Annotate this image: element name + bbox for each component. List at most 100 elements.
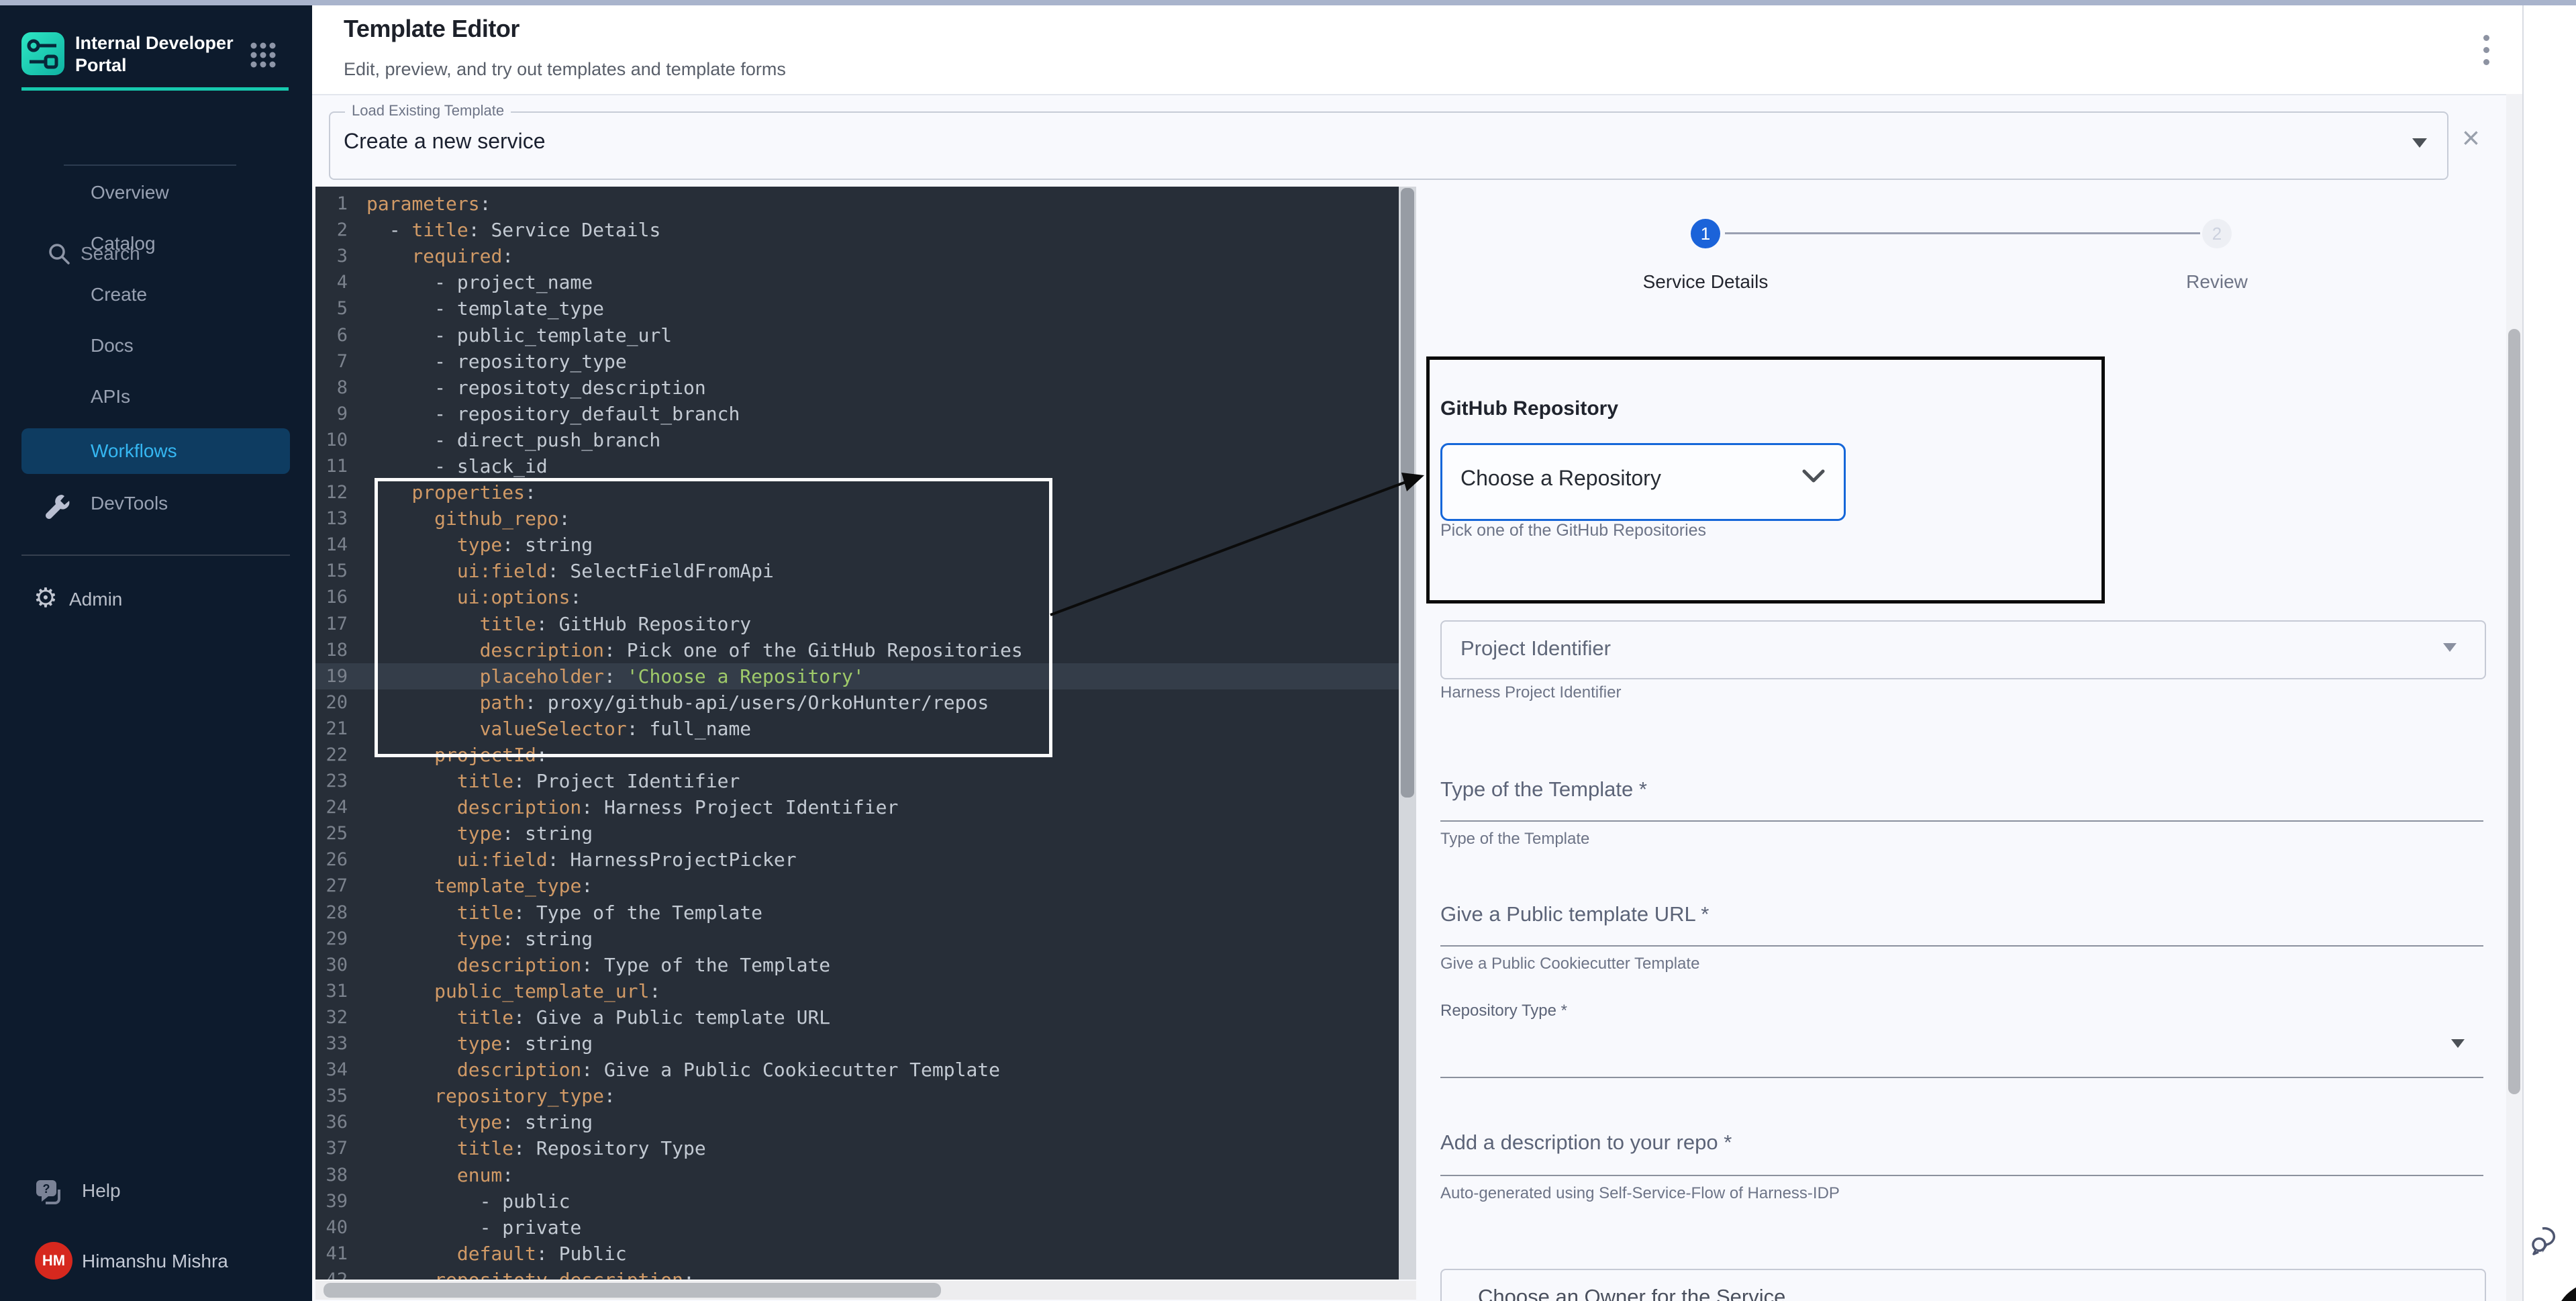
search-divider	[64, 164, 236, 166]
load-existing-template-value: Create a new service	[344, 129, 546, 154]
yaml-text	[366, 1085, 434, 1107]
code-line-34[interactable]: 34 description: Give a Public Cookiecutt…	[315, 1057, 1416, 1083]
sidebar-item-help[interactable]: ? Help	[0, 1172, 312, 1212]
service-owner-placeholder: Choose an Owner for the Service	[1478, 1285, 1785, 1301]
yaml-text	[366, 1243, 457, 1265]
code-line-1[interactable]: 1parameters:	[315, 191, 1416, 217]
sidebar-item-overview[interactable]: Overview	[0, 175, 312, 212]
line-number: 22	[315, 744, 348, 765]
app-grid-icon[interactable]	[250, 42, 277, 72]
load-template-close-icon[interactable]: ×	[2462, 119, 2480, 156]
code-line-6[interactable]: 6 - public_template_url	[315, 322, 1416, 348]
code-line-37[interactable]: 37 title: Repository Type	[315, 1135, 1416, 1161]
yaml-text	[366, 1164, 457, 1186]
sidebar-search[interactable]: Search	[0, 121, 312, 154]
yaml-key: type	[457, 1111, 502, 1133]
line-number: 16	[315, 587, 348, 608]
code-line-11[interactable]: 11 - slack_id	[315, 453, 1416, 479]
code-line-36[interactable]: 36 type: string	[315, 1109, 1416, 1135]
chat-feedback-icon[interactable]	[2529, 1220, 2567, 1261]
code-line-27[interactable]: 27 template_type:	[315, 873, 1416, 899]
sidebar-item-devtools[interactable]: DevTools	[0, 485, 312, 523]
yaml-key: title	[457, 770, 513, 792]
code-line-28[interactable]: 28 title: Type of the Template	[315, 900, 1416, 926]
yaml-key: type	[457, 1032, 502, 1055]
load-existing-template-select[interactable]	[329, 111, 2448, 180]
sidebar-item-workflows[interactable]: Workflows	[0, 433, 312, 471]
code-line-31[interactable]: 31 public_template_url:	[315, 978, 1416, 1004]
line-number: 8	[315, 377, 348, 398]
editor-horizontal-scrollbar-thumb[interactable]	[324, 1283, 941, 1298]
yaml-text: - repositoty_description	[366, 377, 706, 399]
yaml-text: : Type of the Template	[581, 954, 830, 976]
code-line-3[interactable]: 3 required:	[315, 243, 1416, 269]
line-number: 10	[315, 430, 348, 450]
kebab-menu-icon[interactable]	[2473, 30, 2499, 70]
line-number: 27	[315, 875, 348, 896]
line-number: 14	[315, 534, 348, 555]
chevron-down-icon	[1800, 467, 1827, 486]
code-line-40[interactable]: 40 - private	[315, 1214, 1416, 1241]
template-type-hint: Type of the Template	[1440, 830, 1589, 849]
code-line-8[interactable]: 8 - repositoty_description	[315, 375, 1416, 401]
sidebar-item-apis[interactable]: APIs	[0, 379, 312, 416]
code-line-9[interactable]: 9 - repository_default_branch	[315, 401, 1416, 427]
yaml-text: - repository_type	[366, 350, 627, 373]
public-template-url-input[interactable]	[1440, 945, 2483, 947]
yaml-key: description	[457, 954, 581, 976]
user-menu[interactable]: HM Himanshu Mishra	[0, 1241, 312, 1288]
code-line-23[interactable]: 23 title: Project Identifier	[315, 768, 1416, 794]
yaml-text: : Harness Project Identifier	[581, 796, 898, 818]
code-line-5[interactable]: 5 - template_type	[315, 295, 1416, 322]
yaml-text: :	[649, 980, 660, 1002]
sidebar-item-admin[interactable]: ⚙ Admin	[0, 581, 312, 619]
code-line-7[interactable]: 7 - repository_type	[315, 348, 1416, 375]
code-line-24[interactable]: 24 description: Harness Project Identifi…	[315, 794, 1416, 820]
yaml-key: title	[457, 1006, 513, 1028]
code-line-29[interactable]: 29 type: string	[315, 926, 1416, 952]
yaml-key: parameters	[366, 193, 480, 215]
repository-type-dropdown-arrow-icon[interactable]	[2451, 1039, 2465, 1048]
editor-vertical-scrollbar-thumb[interactable]	[1401, 188, 1414, 798]
code-line-26[interactable]: 26 ui:field: HarnessProjectPicker	[315, 847, 1416, 873]
code-line-35[interactable]: 35 repository_type:	[315, 1083, 1416, 1109]
repo-description-input[interactable]	[1440, 1175, 2483, 1176]
window-top-strip	[0, 0, 2576, 5]
help-icon: ?	[32, 1175, 67, 1213]
code-line-4[interactable]: 4 - project_name	[315, 269, 1416, 295]
sidebar-divider	[21, 555, 290, 556]
stepper-step-2[interactable]: 2	[2202, 219, 2232, 248]
sidebar-item-create[interactable]: Create	[0, 277, 312, 314]
template-type-input[interactable]	[1440, 820, 2483, 822]
code-line-2[interactable]: 2 - title: Service Details	[315, 217, 1416, 243]
public-template-url-hint: Give a Public Cookiecutter Template	[1440, 955, 1699, 973]
yaml-text	[366, 1059, 457, 1081]
code-line-25[interactable]: 25 type: string	[315, 820, 1416, 847]
code-line-30[interactable]: 30 description: Type of the Template	[315, 952, 1416, 978]
line-number: 34	[315, 1059, 348, 1080]
yaml-text	[366, 245, 411, 267]
yaml-text: - public	[366, 1190, 570, 1212]
code-line-32[interactable]: 32 title: Give a Public template URL	[315, 1004, 1416, 1030]
sidebar-item-catalog[interactable]: Catalog	[0, 226, 312, 263]
code-line-38[interactable]: 38 enum:	[315, 1161, 1416, 1188]
repository-type-label: Repository Type *	[1440, 1002, 1567, 1020]
yaml-text: - private	[366, 1216, 581, 1239]
repo-description-label: Add a description to your repo *	[1440, 1130, 1732, 1155]
code-line-39[interactable]: 39 - public	[315, 1188, 1416, 1214]
yaml-text: - public_template_url	[366, 324, 672, 346]
panel-scrollbar-thumb[interactable]	[2508, 329, 2520, 1094]
yaml-key: template_type	[434, 875, 581, 897]
yaml-key: type	[457, 928, 502, 950]
stepper-step-1[interactable]: 1	[1691, 219, 1720, 248]
code-line-10[interactable]: 10 - direct_push_branch	[315, 427, 1416, 453]
sidebar-item-label: APIs	[91, 386, 130, 407]
repository-type-select[interactable]	[1440, 1077, 2483, 1078]
line-number: 13	[315, 508, 348, 529]
sidebar-item-docs[interactable]: Docs	[0, 328, 312, 365]
load-existing-template-label: Load Existing Template	[345, 102, 511, 119]
load-template-dropdown-arrow-icon[interactable]	[2412, 138, 2427, 148]
code-line-33[interactable]: 33 type: string	[315, 1030, 1416, 1057]
code-line-41[interactable]: 41 default: Public	[315, 1241, 1416, 1267]
code-line-42[interactable]: 42 repositoty_description:	[315, 1267, 1416, 1280]
